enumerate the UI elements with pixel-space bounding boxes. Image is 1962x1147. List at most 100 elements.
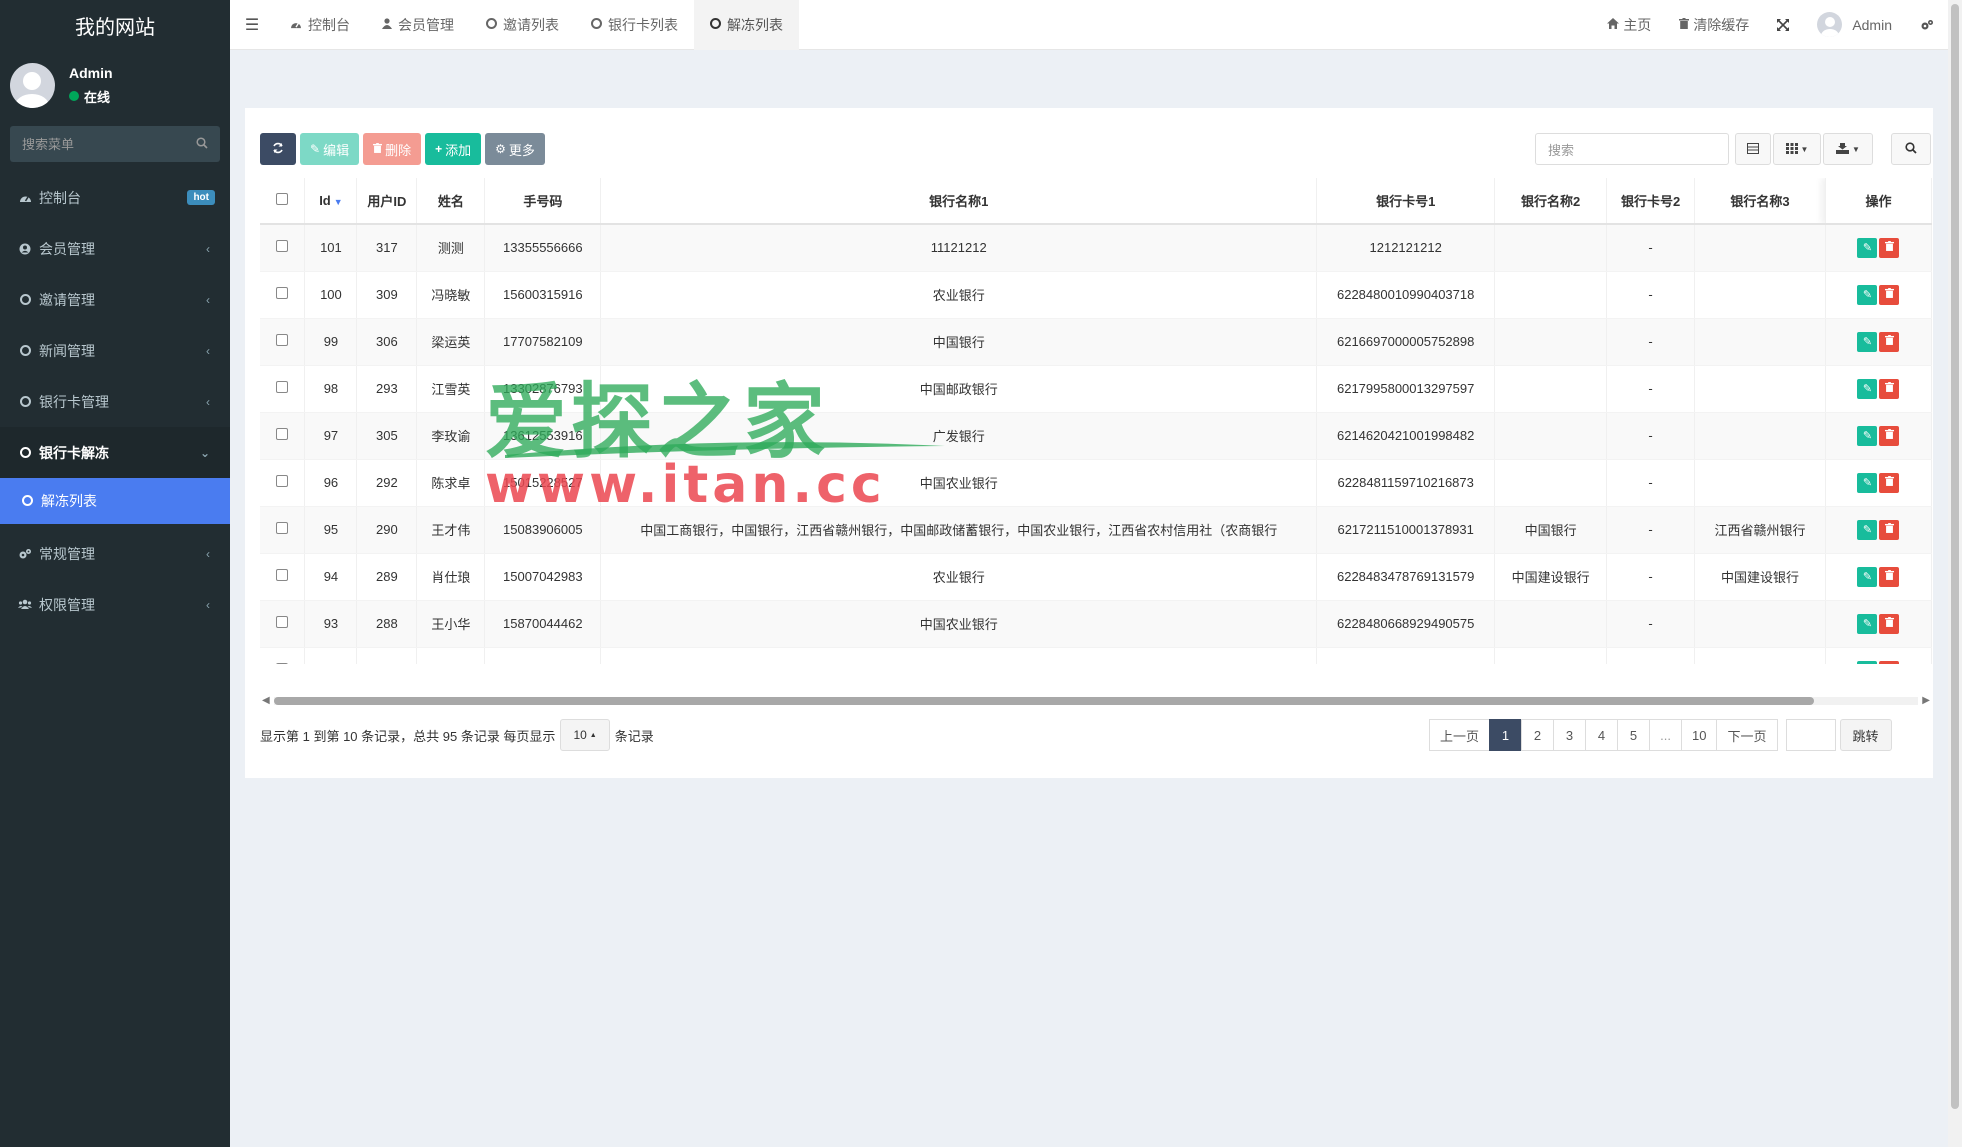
row-delete-button[interactable]	[1879, 613, 1900, 634]
sidebar-item-news[interactable]: 新闻管理 ‹	[0, 325, 230, 376]
row-delete-button[interactable]	[1879, 284, 1900, 305]
home-link[interactable]: 主页	[1593, 0, 1665, 50]
row-checkbox[interactable]	[276, 428, 289, 440]
row-checkbox[interactable]	[276, 569, 289, 581]
page-scrollbar[interactable]	[1948, 0, 1962, 1147]
table-row[interactable]: 94 289 肖仕琅 15007042983 农业银行 62284834787691315…	[260, 553, 1932, 601]
brand-logo[interactable]: 我的网站	[0, 0, 230, 50]
delete-button[interactable]: 删除	[363, 133, 422, 165]
sidebar-item-bankcards[interactable]: 银行卡管理 ‹	[0, 376, 230, 427]
fullscreen-icon[interactable]	[1763, 0, 1803, 50]
row-checkbox[interactable]	[276, 475, 289, 487]
table-horizontal-scrollbar[interactable]: ◀ ▶	[260, 693, 1932, 707]
jump-page-input[interactable]	[1785, 719, 1836, 751]
row-checkbox[interactable]	[276, 334, 289, 346]
tab-dashboard[interactable]: 控制台	[274, 0, 366, 50]
page-size-dropdown[interactable]: 10 ▲	[560, 719, 610, 751]
page-button-10[interactable]: 10	[1681, 719, 1718, 751]
admin-user-menu[interactable]: Admin	[1803, 0, 1906, 50]
row-checkbox-cell[interactable]	[260, 224, 306, 272]
scroll-left-arrow-icon[interactable]: ◀	[262, 695, 270, 706]
menu-toggle-icon[interactable]: ☰	[230, 0, 274, 50]
row-checkbox-cell[interactable]	[260, 506, 306, 554]
sidebar-search-input[interactable]	[22, 136, 182, 152]
tab-bankcards[interactable]: 银行卡列表	[575, 0, 694, 50]
columns-dropdown-button[interactable]: ▼	[1773, 133, 1821, 165]
row-checkbox-cell[interactable]	[260, 553, 306, 601]
table-row[interactable]: 100 309 冯晓敏 15600315916 农业银行 6228480010990403…	[260, 271, 1932, 319]
select-all-checkbox[interactable]	[276, 193, 289, 205]
row-checkbox[interactable]	[276, 616, 289, 628]
row-edit-button[interactable]: ✎	[1857, 519, 1878, 540]
row-edit-button[interactable]: ✎	[1857, 613, 1878, 634]
sidebar-item-permissions[interactable]: 权限管理 ‹	[0, 579, 230, 630]
row-delete-button[interactable]	[1879, 660, 1900, 664]
row-edit-button[interactable]: ✎	[1857, 472, 1878, 493]
page-button-3[interactable]: 3	[1553, 719, 1587, 751]
row-edit-button[interactable]: ✎	[1857, 425, 1878, 446]
table-row[interactable]: 101 317 测测 13355556666 11121212 1212121212 - ✎	[260, 224, 1932, 272]
refresh-button[interactable]	[260, 133, 296, 165]
row-edit-button[interactable]: ✎	[1857, 378, 1878, 399]
row-delete-button[interactable]	[1879, 566, 1900, 587]
row-edit-button[interactable]: ✎	[1857, 237, 1878, 258]
more-button[interactable]: ⚙ 更多	[485, 133, 545, 165]
search-icon[interactable]	[196, 136, 208, 152]
page-button-4[interactable]: 4	[1585, 719, 1619, 751]
table-row[interactable]: 99 306 梁运英 17707582109 中国银行 62166970000057528…	[260, 318, 1932, 366]
row-checkbox[interactable]	[276, 287, 289, 299]
row-delete-button[interactable]	[1879, 378, 1900, 399]
add-button[interactable]: + 添加	[425, 133, 482, 165]
page-button-5[interactable]: 5	[1617, 719, 1651, 751]
table-row[interactable]: 96 292 陈求卓 15015228527 中国农业银行 622848115971021…	[260, 459, 1932, 507]
next-page-button[interactable]: 下一页	[1716, 719, 1778, 751]
row-edit-button[interactable]: ✎	[1857, 660, 1878, 664]
row-checkbox-cell[interactable]	[260, 318, 306, 366]
row-checkbox-cell[interactable]	[260, 647, 306, 664]
page-button-2[interactable]: 2	[1521, 719, 1555, 751]
sidebar-subitem-unfreeze-list[interactable]: 解冻列表	[0, 478, 230, 524]
tab-members[interactable]: 会员管理	[366, 0, 470, 50]
search-button[interactable]	[1891, 133, 1931, 165]
select-all-checkbox-cell[interactable]	[260, 178, 306, 225]
prev-page-button[interactable]: 上一页	[1429, 719, 1491, 751]
clear-cache-button[interactable]: 清除缓存	[1665, 0, 1763, 50]
row-delete-button[interactable]	[1879, 237, 1900, 258]
jump-button[interactable]: 跳转	[1839, 719, 1892, 751]
table-search-input[interactable]: 搜索	[1535, 133, 1729, 165]
row-checkbox-cell[interactable]	[260, 600, 306, 648]
row-checkbox[interactable]	[276, 381, 289, 393]
table-row[interactable]: 97 305 李玫谕 13612553916 广发银行 62146204210019984…	[260, 412, 1932, 460]
table-row[interactable]: 92284孙志军17363775607中国建设银行621534030081539…	[260, 647, 1932, 664]
row-checkbox-cell[interactable]	[260, 412, 306, 460]
row-checkbox-cell[interactable]	[260, 271, 306, 319]
row-edit-button[interactable]: ✎	[1857, 331, 1878, 352]
row-checkbox[interactable]	[276, 522, 289, 534]
row-checkbox-cell[interactable]	[260, 365, 306, 413]
sidebar-item-dashboard[interactable]: 控制台 hot	[0, 172, 230, 223]
sidebar-item-invites[interactable]: 邀请管理 ‹	[0, 274, 230, 325]
row-delete-button[interactable]	[1879, 472, 1900, 493]
table-row[interactable]: 98 293 江雪英 13302876793 中国邮政银行 621799580001329…	[260, 365, 1932, 413]
row-delete-button[interactable]	[1879, 425, 1900, 446]
row-checkbox[interactable]	[276, 663, 289, 664]
toggle-view-button[interactable]	[1735, 133, 1771, 165]
row-edit-button[interactable]: ✎	[1857, 566, 1878, 587]
table-row[interactable]: 93 288 王小华 15870044462 中国农业银行 622848066892949…	[260, 600, 1932, 648]
row-delete-button[interactable]	[1879, 331, 1900, 352]
tab-invites[interactable]: 邀请列表	[470, 0, 575, 50]
sidebar-item-unfreeze[interactable]: 银行卡解冻 ⌄	[0, 427, 230, 478]
page-button-1[interactable]: 1	[1489, 719, 1523, 751]
scroll-right-arrow-icon[interactable]: ▶	[1922, 695, 1930, 706]
column-header-id[interactable]: Id ▼	[304, 178, 358, 225]
export-dropdown-button[interactable]: ▼	[1823, 133, 1873, 165]
row-delete-button[interactable]	[1879, 519, 1900, 540]
row-checkbox[interactable]	[276, 240, 289, 253]
table-row[interactable]: 95 290 王才伟 15083906005 中国工商银行，中国银行，江西省赣州银行，中…	[260, 506, 1932, 554]
tab-unfreeze-list[interactable]: 解冻列表	[694, 0, 799, 50]
sidebar-item-general[interactable]: 常规管理 ‹	[0, 528, 230, 579]
row-checkbox-cell[interactable]	[260, 459, 306, 507]
edit-button[interactable]: ✎ 编辑	[300, 133, 360, 165]
settings-gear-icon[interactable]	[1906, 0, 1948, 50]
sidebar-item-members[interactable]: 会员管理 ‹	[0, 223, 230, 274]
